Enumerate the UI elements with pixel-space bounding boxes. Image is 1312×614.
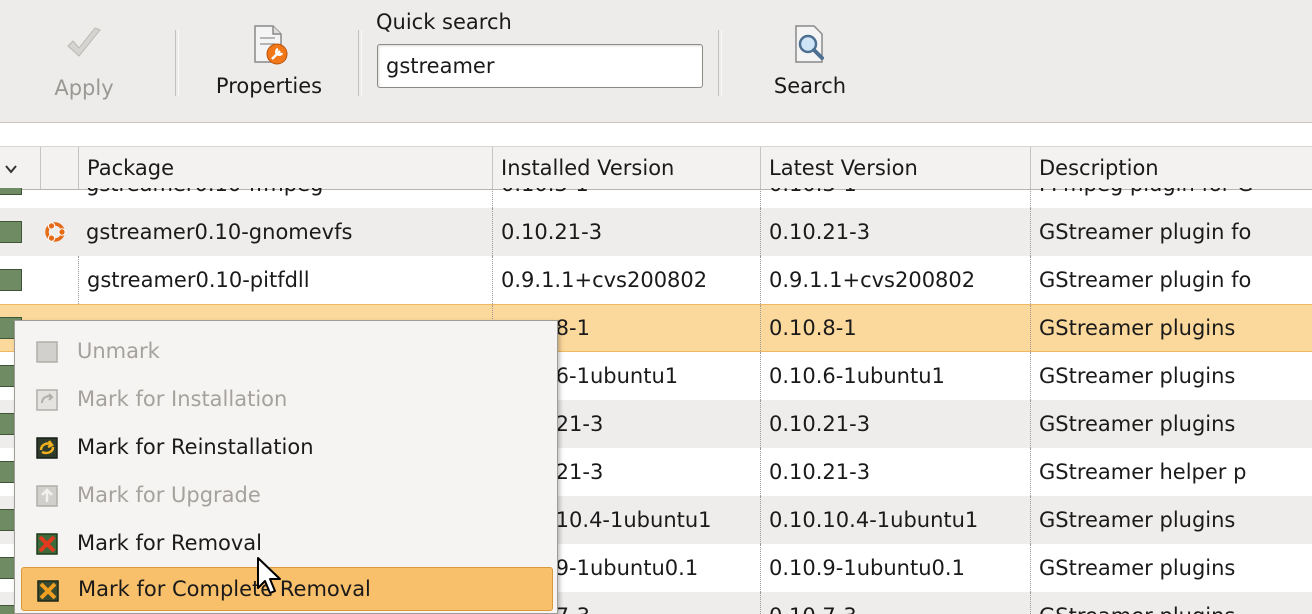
toolbar: Apply Properties Quick search Search (0, 0, 1312, 123)
latest-version-cell: 0.10.7-3 (760, 592, 1030, 614)
table-row[interactable]: gstreamer0.10-gnomevfs 0.10.21-3 0.10.21… (0, 208, 1312, 256)
quick-search-label: Quick search (376, 10, 512, 34)
remove-icon (36, 533, 58, 555)
status-column-header[interactable] (0, 147, 40, 189)
upgrade-icon (36, 485, 58, 507)
description-cell: GStreamer plugins (1030, 496, 1312, 544)
description-cell: GStreamer plugin fo (1030, 208, 1312, 256)
description-cell: GStreamer plugins (1030, 400, 1312, 448)
apply-label: Apply (54, 76, 114, 100)
column-header-description[interactable]: Description (1030, 147, 1312, 189)
description-cell: GStreamer plugin fo (1030, 256, 1312, 304)
installed-version-cell: 0.9.1.1+cvs200802 (492, 256, 760, 304)
unmark-icon (36, 341, 58, 363)
toolbar-separator (718, 30, 722, 96)
installed-version-cell: 0.10.3-1 (492, 188, 760, 208)
toolbar-separator (358, 30, 362, 96)
description-cell: GStreamer helper p (1030, 448, 1312, 496)
description-cell: FFmpeg plugin for G (1030, 188, 1312, 208)
latest-version-cell: 0.10.6-1ubuntu1 (760, 352, 1030, 400)
search-icon (795, 25, 824, 63)
latest-version-cell: 0.10.3-1 (760, 188, 1030, 208)
menu-item-label: Mark for Removal (77, 531, 263, 555)
properties-icon (254, 25, 288, 65)
latest-version-cell: 0.10.8-1 (760, 305, 1030, 351)
package-cell: gstreamer0.10-ffmpeg (78, 188, 492, 208)
properties-button[interactable]: Properties (196, 0, 342, 122)
package-table-header: Package Installed Version Latest Version… (0, 146, 1312, 190)
latest-version-cell: 0.10.10.4-1ubuntu1 (760, 496, 1030, 544)
latest-version-cell: 0.10.21-3 (760, 448, 1030, 496)
menu-item-mark-for-removal[interactable]: Mark for Removal (21, 521, 553, 565)
installed-version-cell: 0.10.21-3 (492, 208, 760, 256)
menu-item-label: Unmark (77, 339, 160, 363)
column-header-latest-version[interactable]: Latest Version (760, 147, 1030, 189)
description-cell: GStreamer plugins (1030, 544, 1312, 592)
description-cell: GStreamer plugins (1030, 305, 1312, 351)
quick-search-input[interactable] (377, 44, 703, 88)
menu-item-label: Mark for Reinstallation (77, 435, 314, 459)
latest-version-cell: 0.9.1.1+cvs200802 (760, 256, 1030, 304)
latest-version-cell: 0.10.21-3 (760, 400, 1030, 448)
apply-button[interactable]: Apply (40, 0, 128, 122)
menu-item-mark-for-installation[interactable]: Mark for Installation (21, 377, 553, 421)
search-label: Search (773, 74, 847, 98)
properties-label: Properties (215, 74, 323, 98)
menu-item-mark-for-upgrade[interactable]: Mark for Upgrade (21, 473, 553, 517)
chevron-down-icon (5, 165, 17, 174)
description-cell: GStreamer plugins (1030, 352, 1312, 400)
installed-checkbox[interactable] (0, 269, 22, 291)
mouse-cursor-icon (257, 557, 281, 594)
package-cell: gstreamer0.10-pitfdll (78, 256, 492, 304)
installed-checkbox[interactable] (0, 188, 22, 195)
package-cell: gstreamer0.10-gnomevfs (86, 220, 353, 244)
latest-version-cell: 0.10.9-1ubuntu0.1 (760, 544, 1030, 592)
install-icon (36, 389, 58, 411)
ubuntu-logo-icon (45, 222, 66, 242)
menu-item-unmark[interactable]: Unmark (21, 329, 553, 373)
menu-item-mark-for-complete-removal[interactable]: Mark for Complete Removal (21, 567, 553, 611)
latest-version-cell: 0.10.21-3 (760, 208, 1030, 256)
menu-item-label: Mark for Upgrade (77, 483, 261, 507)
purge-icon (37, 580, 59, 602)
search-button[interactable]: Search (760, 0, 860, 122)
context-menu: Unmark Mark for Installation Mark for Re… (14, 320, 558, 614)
table-row[interactable]: gstreamer0.10-pitfdll 0.9.1.1+cvs200802 … (0, 256, 1312, 304)
toolbar-separator (175, 30, 179, 96)
checkmark-icon (67, 27, 101, 57)
table-row[interactable]: gstreamer0.10-ffmpeg 0.10.3-1 0.10.3-1 F… (0, 188, 1312, 208)
support-column-header[interactable] (40, 147, 78, 189)
reinstall-icon (36, 437, 58, 459)
installed-checkbox[interactable] (0, 221, 22, 243)
description-cell: GStreamer plugins (1030, 592, 1312, 614)
column-header-package[interactable]: Package (78, 147, 492, 189)
menu-item-label: Mark for Installation (77, 387, 288, 411)
menu-item-mark-for-reinstallation[interactable]: Mark for Reinstallation (21, 425, 553, 469)
column-header-installed-version[interactable]: Installed Version (492, 147, 760, 189)
menu-item-label: Mark for Complete Removal (78, 577, 371, 601)
